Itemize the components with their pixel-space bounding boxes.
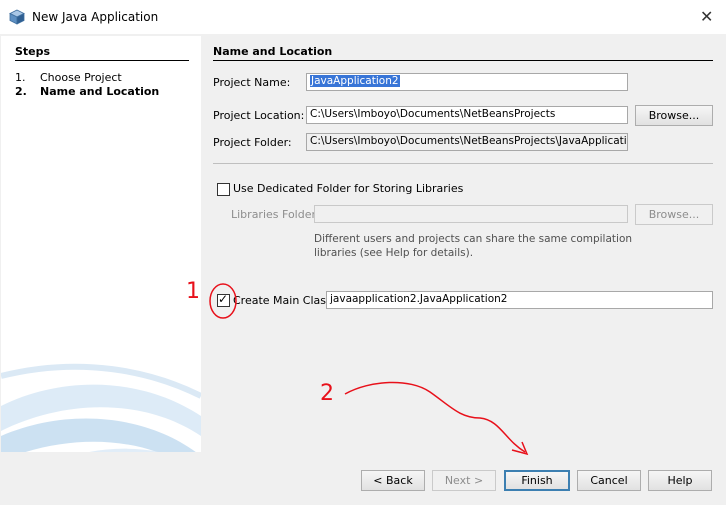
close-icon[interactable]: ✕ [700, 7, 713, 26]
libraries-folder-input[interactable] [314, 205, 628, 223]
create-main-class-checkbox[interactable]: ✓ [217, 292, 230, 307]
project-location-input[interactable]: C:\Users\Imboyo\Documents\NetBeansProjec… [306, 106, 628, 124]
dialog-window: New Java Application ✕ Steps 1. Choose Pr… [0, 0, 726, 505]
section-separator [213, 163, 713, 164]
browse-libraries-button[interactable]: Browse... [635, 204, 713, 225]
note-line: Different users and projects can share t… [314, 233, 633, 245]
project-folder-field[interactable]: C:\Users\Imboyo\Documents\NetBeansProjec… [306, 133, 628, 151]
step-number: 1. [15, 71, 26, 84]
java-app-cube-icon [9, 9, 25, 25]
help-button[interactable]: Help [648, 470, 712, 491]
main-panel: Name and Location Project Name: JavaAppl… [201, 36, 725, 452]
browse-location-button[interactable]: Browse... [635, 105, 713, 126]
button-bar: < Back Next > Finish Cancel Help [0, 452, 726, 505]
main-class-input[interactable]: javaapplication2.JavaApplication2 [326, 291, 713, 309]
project-name-value: JavaApplication2 [310, 75, 400, 87]
steps-divider [15, 60, 189, 61]
title-bar: New Java Application ✕ [0, 0, 726, 34]
dedicated-folder-checkbox[interactable] [217, 183, 230, 196]
next-button[interactable]: Next > [432, 470, 496, 491]
back-button[interactable]: < Back [361, 470, 425, 491]
libraries-folder-label: Libraries Folder: [231, 208, 320, 221]
step-label: Name and Location [40, 85, 160, 98]
window-title: New Java Application [32, 10, 159, 24]
finish-button[interactable]: Finish [504, 470, 570, 491]
create-main-class-label[interactable]: Create Main Class [233, 294, 332, 307]
project-location-label: Project Location: [213, 109, 305, 122]
libraries-help-note: Different users and projects can share t… [314, 232, 644, 260]
step-item-current: 2. Name and Location [15, 85, 159, 98]
section-divider [213, 60, 713, 61]
steps-heading: Steps [15, 45, 51, 58]
project-folder-label: Project Folder: [213, 136, 292, 149]
step-label: Choose Project [40, 71, 122, 84]
steps-panel: Steps 1. Choose Project 2. Name and Locati… [1, 36, 201, 452]
step-number: 2. [15, 85, 27, 98]
project-name-input[interactable]: JavaApplication2 [306, 73, 628, 91]
step-item: 1. Choose Project [15, 71, 122, 84]
checkmark-icon: ✓ [218, 292, 229, 306]
cancel-button[interactable]: Cancel [577, 470, 641, 491]
dedicated-folder-label[interactable]: Use Dedicated Folder for Storing Librari… [233, 182, 463, 195]
note-line: libraries (see Help for details). [314, 247, 474, 259]
section-heading: Name and Location [213, 45, 333, 58]
project-name-label: Project Name: [213, 76, 291, 89]
decorative-swoosh-graphic [1, 363, 201, 452]
